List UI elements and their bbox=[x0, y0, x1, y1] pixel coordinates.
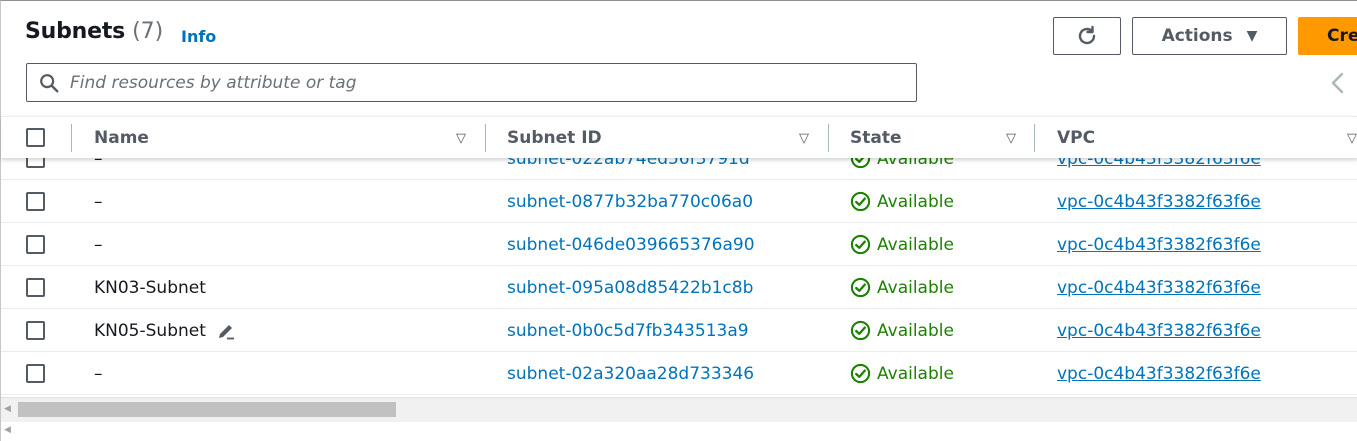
cell-name: – bbox=[94, 234, 103, 255]
cell-name-text: KN05-Subnet bbox=[94, 320, 206, 341]
search-field[interactable] bbox=[26, 63, 917, 102]
table-header: Name ▽ Subnet ID ▽ State ▽ VPC ▽ bbox=[1, 116, 1357, 158]
state-label: Available bbox=[877, 320, 954, 341]
column-header-vpc[interactable]: VPC ▽ bbox=[1057, 117, 1357, 159]
chevron-left-icon[interactable] bbox=[1326, 69, 1350, 97]
cell-subnet-id[interactable]: subnet-0877b32ba770c06a0 bbox=[507, 180, 753, 223]
create-label: Cre bbox=[1327, 26, 1357, 46]
refresh-icon bbox=[1078, 25, 1096, 45]
row-checkbox[interactable] bbox=[26, 158, 45, 168]
table-row[interactable]: – subnet-022ab74ed56f3791d Available vpc… bbox=[1, 158, 1357, 180]
column-header-name[interactable]: Name ▽ bbox=[94, 117, 466, 159]
cell-name: – bbox=[94, 158, 103, 169]
column-header-state-label: State bbox=[850, 128, 902, 148]
state-label: Available bbox=[877, 277, 954, 298]
cell-subnet-id[interactable]: subnet-0b0c5d7fb343513a9 bbox=[507, 309, 749, 352]
search-input[interactable] bbox=[68, 71, 888, 94]
table-row[interactable]: – subnet-0877b32ba770c06a0 Available vpc… bbox=[1, 180, 1357, 223]
row-checkbox[interactable] bbox=[26, 321, 45, 340]
column-header-subnet-id-label: Subnet ID bbox=[507, 128, 602, 148]
table-row[interactable]: – subnet-02a320aa28d733346 Available vpc… bbox=[1, 352, 1357, 395]
state-label: Available bbox=[877, 234, 954, 255]
actions-label: Actions bbox=[1161, 26, 1233, 46]
row-checkbox[interactable] bbox=[26, 364, 45, 383]
cell-state: Available bbox=[850, 352, 954, 395]
cell-subnet-id[interactable]: subnet-022ab74ed56f3791d bbox=[507, 158, 750, 180]
column-header-vpc-label: VPC bbox=[1057, 128, 1096, 148]
cell-name: – bbox=[94, 363, 103, 384]
info-link[interactable]: Info bbox=[181, 27, 216, 46]
caret-down-icon: ▼ bbox=[1246, 28, 1258, 44]
horizontal-scrollbar[interactable]: ◀ bbox=[1, 397, 1357, 422]
check-circle-icon bbox=[850, 158, 871, 169]
cell-state: Available bbox=[850, 266, 954, 309]
actions-button[interactable]: Actions ▼ bbox=[1132, 17, 1287, 55]
cell-vpc[interactable]: vpc-0c4b43f3382f63f6e bbox=[1057, 266, 1261, 309]
page-title: Subnets (7) bbox=[25, 19, 163, 44]
check-circle-icon bbox=[850, 320, 871, 341]
subnets-panel: Subnets (7) Info Actions ▼ Cre Name ▽ bbox=[0, 0, 1357, 441]
caret-down-icon[interactable]: ▽ bbox=[1006, 131, 1016, 146]
cell-vpc[interactable]: vpc-0c4b43f3382f63f6e bbox=[1057, 309, 1261, 352]
row-checkbox[interactable] bbox=[26, 235, 45, 254]
scroll-left-icon[interactable]: ◀ bbox=[4, 404, 11, 414]
table-row[interactable]: KN03-Subnet subnet-095a08d85422b1c8b Ava… bbox=[1, 266, 1357, 309]
refresh-button[interactable] bbox=[1053, 17, 1121, 55]
state-label: Available bbox=[877, 191, 954, 212]
title-count: (7) bbox=[132, 19, 164, 44]
row-checkbox[interactable] bbox=[26, 278, 45, 297]
cell-vpc[interactable]: vpc-0c4b43f3382f63f6e bbox=[1057, 352, 1261, 395]
cell-state: Available bbox=[850, 309, 954, 352]
caret-down-icon[interactable]: ▽ bbox=[456, 131, 466, 146]
row-checkbox[interactable] bbox=[26, 192, 45, 211]
table-row[interactable]: KN05-Subnet subnet-0b0c5d7fb343513a9 Ava… bbox=[1, 309, 1357, 352]
column-divider[interactable] bbox=[485, 124, 486, 152]
scrollbar-thumb[interactable] bbox=[18, 402, 396, 417]
cell-subnet-id[interactable]: subnet-095a08d85422b1c8b bbox=[507, 266, 753, 309]
column-divider[interactable] bbox=[828, 124, 829, 152]
select-all-checkbox[interactable] bbox=[26, 128, 45, 147]
search-icon bbox=[40, 73, 59, 92]
check-circle-icon bbox=[850, 191, 871, 212]
column-header-state[interactable]: State ▽ bbox=[850, 117, 1016, 159]
pencil-icon[interactable] bbox=[216, 321, 236, 341]
column-header-subnet-id[interactable]: Subnet ID ▽ bbox=[507, 117, 809, 159]
cell-name: KN03-Subnet bbox=[94, 277, 206, 298]
scroll-left-icon[interactable]: ◀ bbox=[4, 425, 11, 435]
column-divider[interactable] bbox=[1034, 124, 1035, 152]
column-divider bbox=[71, 124, 72, 152]
check-circle-icon bbox=[850, 234, 871, 255]
caret-down-icon[interactable]: ▽ bbox=[799, 131, 809, 146]
state-label: Available bbox=[877, 363, 954, 384]
cell-state: Available bbox=[850, 158, 954, 180]
cell-subnet-id[interactable]: subnet-046de039665376a90 bbox=[507, 223, 755, 266]
cell-subnet-id[interactable]: subnet-02a320aa28d733346 bbox=[507, 352, 754, 395]
column-header-name-label: Name bbox=[94, 128, 149, 148]
cell-name: – bbox=[94, 191, 103, 212]
cell-vpc[interactable]: vpc-0c4b43f3382f63f6e bbox=[1057, 180, 1261, 223]
table-row[interactable]: – subnet-046de039665376a90 Available vpc… bbox=[1, 223, 1357, 266]
check-circle-icon bbox=[850, 363, 871, 384]
title-text: Subnets bbox=[25, 19, 126, 44]
state-label: Available bbox=[877, 158, 954, 169]
cell-name: KN05-Subnet bbox=[94, 309, 236, 352]
table-body: – subnet-022ab74ed56f3791d Available vpc… bbox=[1, 158, 1357, 396]
caret-down-icon[interactable]: ▽ bbox=[1347, 131, 1357, 146]
cell-vpc[interactable]: vpc-0c4b43f3382f63f6e bbox=[1057, 223, 1261, 266]
create-subnet-button[interactable]: Cre bbox=[1298, 17, 1357, 55]
cell-state: Available bbox=[850, 180, 954, 223]
check-circle-icon bbox=[850, 277, 871, 298]
cell-vpc[interactable]: vpc-0c4b43f3382f63f6e bbox=[1057, 158, 1261, 180]
cell-state: Available bbox=[850, 223, 954, 266]
